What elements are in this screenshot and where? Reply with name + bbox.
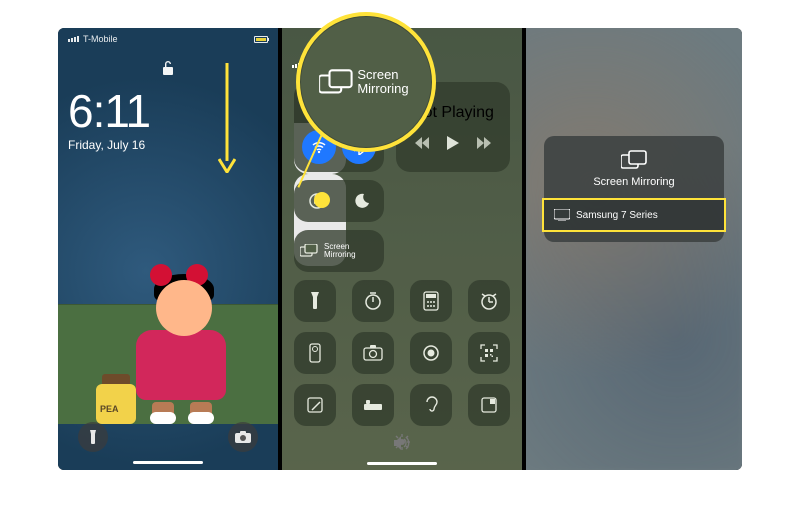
zoom-callout: Screen Mirroring	[296, 12, 436, 152]
previous-track-icon[interactable]	[415, 137, 429, 149]
lock-screen-panel: T-Mobile 6:11 Friday, July 16 PEA	[58, 28, 278, 470]
camera-tile[interactable]	[352, 332, 394, 374]
timer-tile[interactable]	[352, 280, 394, 322]
sleep-tile[interactable]	[352, 384, 394, 426]
screen-record-tile[interactable]	[410, 332, 452, 374]
wallpaper-character: PEA	[96, 254, 261, 424]
signal-icon	[68, 36, 79, 42]
focus-tile	[294, 180, 384, 222]
popup-title: Screen Mirroring	[593, 176, 674, 188]
camera-button[interactable]	[228, 422, 258, 452]
carrier-label: T-Mobile	[83, 34, 118, 44]
screen-mirroring-icon	[300, 244, 318, 258]
quick-note-tile[interactable]	[294, 384, 336, 426]
flashlight-tile[interactable]	[294, 280, 336, 322]
alarm-tile[interactable]	[468, 280, 510, 322]
device-label: Samsung 7 Series	[576, 210, 658, 221]
screen-mirroring-popup: Screen Mirroring Samsung 7 Series	[544, 136, 724, 242]
swipe-down-arrow-icon	[218, 63, 236, 173]
screen-mirroring-icon	[621, 150, 647, 170]
clock-time: 6:11	[68, 84, 150, 138]
flashlight-button[interactable]	[78, 422, 108, 452]
home-indicator[interactable]	[133, 461, 203, 464]
expand-tile[interactable]	[468, 384, 510, 426]
callout-label-2: Mirroring	[357, 82, 408, 96]
screen-mirroring-icon	[319, 69, 353, 95]
play-icon[interactable]	[447, 136, 459, 150]
unlocked-padlock-icon	[161, 60, 175, 76]
status-bar: T-Mobile	[58, 34, 278, 44]
home-indicator[interactable]	[367, 462, 437, 465]
apple-tv-remote-tile[interactable]	[294, 332, 336, 374]
next-track-icon[interactable]	[477, 137, 491, 149]
sm-label-2: Mirroring	[324, 251, 356, 259]
lock-bottom-row	[58, 422, 278, 452]
do-not-disturb-toggle[interactable]	[339, 180, 384, 222]
qr-scan-tile[interactable]	[468, 332, 510, 374]
jar-label: PEA	[100, 404, 119, 414]
device-option-samsung[interactable]: Samsung 7 Series	[542, 198, 726, 232]
hearing-tile[interactable]	[410, 384, 452, 426]
tv-icon	[554, 209, 570, 221]
screen-mirroring-button[interactable]: Screen Mirroring	[294, 230, 384, 272]
clock-date: Friday, July 16	[68, 138, 145, 152]
callout-dot	[314, 192, 330, 208]
calculator-tile[interactable]	[410, 280, 452, 322]
device-picker-panel: Screen Mirroring Samsung 7 Series	[526, 28, 742, 470]
battery-icon	[254, 36, 268, 43]
callout-label-1: Screen	[357, 68, 408, 82]
